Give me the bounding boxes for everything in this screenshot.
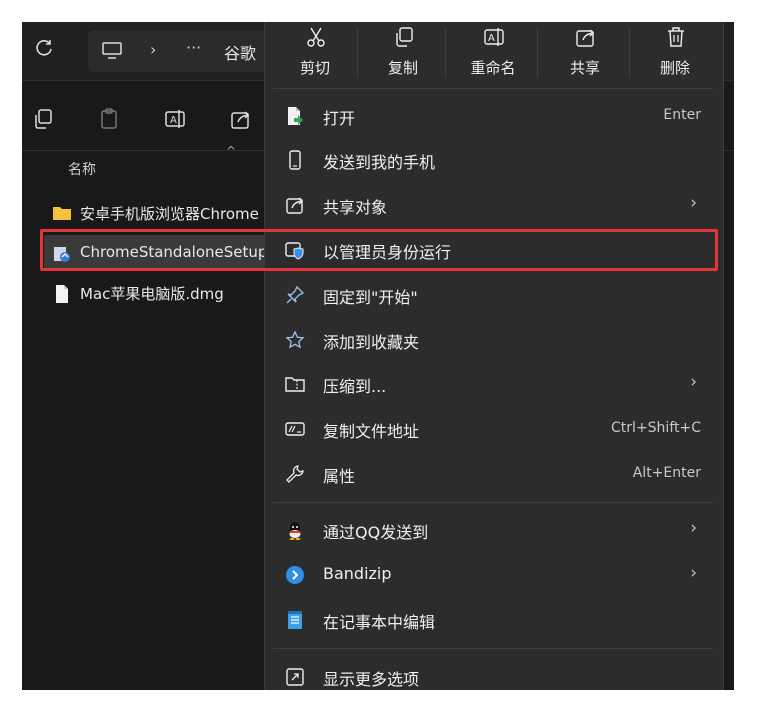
menu-item-bandizip[interactable]: Bandizip › (273, 555, 713, 595)
action-separator (537, 28, 538, 78)
highlight-box (40, 229, 718, 271)
menu-item-label: 添加到收藏夹 (323, 333, 420, 352)
star-icon (285, 330, 305, 350)
breadcrumb-more[interactable]: ··· (186, 38, 201, 57)
refresh-icon[interactable] (32, 37, 56, 61)
action-separator (445, 28, 446, 78)
menu-item-copy-path[interactable]: 复制文件地址 Ctrl+Shift+C (273, 409, 713, 449)
menu-item-compress-to[interactable]: 压缩到... › (273, 364, 713, 404)
menu-item-label: 在记事本中编辑 (323, 613, 436, 632)
menu-item-label: 通过QQ发送到 (323, 523, 429, 542)
zip-folder-icon (285, 374, 305, 394)
context-menu: 剪切 复制 A 重命名 共享 删除 打开 Enter 发送到我的手机 共享对象 … (264, 22, 724, 690)
menu-item-shortcut: Enter (663, 107, 701, 123)
breadcrumb-separator: › (150, 40, 157, 59)
menu-item-send-to-phone[interactable]: 发送到我的手机 (273, 140, 713, 180)
action-separator (629, 28, 630, 78)
copy-path-icon (285, 419, 305, 439)
bandizip-icon (285, 565, 305, 585)
menu-item-label: 打开 (323, 109, 356, 128)
delete-icon (665, 26, 687, 48)
menu-item-shortcut: Ctrl+Shift+C (611, 420, 701, 436)
menu-item-label: 固定到"开始" (323, 288, 418, 307)
menu-item-label: 显示更多选项 (323, 670, 420, 689)
chevron-right-icon: › (690, 193, 697, 213)
menu-separator (273, 648, 713, 649)
menu-item-label: 复制文件地址 (323, 422, 420, 441)
more-options-icon (285, 667, 305, 687)
copy-label: 复制 (387, 59, 418, 77)
menu-item-label: 共享对象 (323, 198, 388, 217)
pin-icon (285, 285, 305, 305)
file-name: Mac苹果电脑版.dmg (80, 285, 224, 303)
computer-icon (102, 42, 122, 59)
menu-separator (273, 88, 713, 89)
qq-icon (285, 520, 305, 540)
rename-icon[interactable]: A (164, 108, 186, 130)
rename-button[interactable]: A 重命名 (457, 22, 529, 88)
menu-item-pin-to-start[interactable]: 固定到"开始" (273, 275, 713, 315)
share-label: 共享 (569, 59, 600, 77)
svg-text:A: A (488, 33, 495, 44)
action-separator (357, 28, 358, 78)
context-action-bar: 剪切 复制 A 重命名 共享 删除 (265, 22, 723, 88)
folder-icon (52, 204, 72, 222)
sort-ascending-icon: ^ (226, 144, 237, 158)
menu-item-label: 属性 (323, 467, 356, 486)
menu-item-shortcut: Alt+Enter (632, 465, 701, 481)
copy-icon (393, 26, 415, 48)
share-icon (285, 195, 305, 215)
wrench-icon (285, 464, 305, 484)
share-button[interactable]: 共享 (549, 22, 621, 88)
cut-label: 剪切 (299, 59, 330, 77)
menu-item-send-via-qq[interactable]: 通过QQ发送到 › (273, 510, 713, 550)
menu-item-edit-in-notepad[interactable]: 在记事本中编辑 (273, 600, 713, 640)
menu-item-add-to-favorites[interactable]: 添加到收藏夹 (273, 320, 713, 360)
chevron-right-icon: › (690, 518, 697, 538)
menu-separator (273, 502, 713, 503)
rename-label: 重命名 (470, 59, 516, 77)
breadcrumb-current[interactable]: 谷歌 (224, 40, 256, 64)
menu-item-show-more-options[interactable]: 显示更多选项 (273, 657, 713, 690)
menu-item-label: 发送到我的手机 (323, 153, 436, 172)
share-icon[interactable] (230, 108, 252, 130)
file-name: 安卓手机版浏览器Chrome (80, 205, 259, 223)
rename-icon: A (483, 26, 505, 48)
copy-button[interactable]: 复制 (367, 22, 439, 88)
share-icon (575, 26, 597, 48)
file-icon (52, 284, 72, 303)
chevron-right-icon: › (690, 563, 697, 583)
menu-item-label: Bandizip (323, 564, 392, 583)
menu-item-label: 压缩到... (323, 377, 387, 396)
svg-text:A: A (170, 115, 177, 126)
open-file-icon (285, 106, 305, 126)
copy-icon[interactable] (32, 108, 54, 130)
notepad-icon (285, 610, 305, 630)
menu-item-share-with[interactable]: 共享对象 › (273, 185, 713, 225)
menu-item-open[interactable]: 打开 Enter (273, 96, 713, 136)
paste-icon[interactable] (98, 108, 120, 130)
delete-label: 删除 (659, 59, 690, 77)
column-header-name[interactable]: 名称 (68, 159, 96, 179)
cut-button[interactable]: 剪切 (279, 22, 351, 88)
delete-button[interactable]: 删除 (639, 22, 711, 88)
chevron-right-icon: › (690, 372, 697, 392)
menu-item-properties[interactable]: 属性 Alt+Enter (273, 454, 713, 494)
phone-icon (285, 150, 305, 170)
cut-icon (305, 26, 327, 48)
